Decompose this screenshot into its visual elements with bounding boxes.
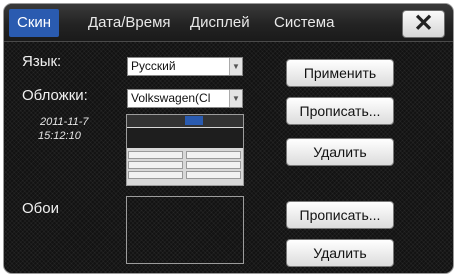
tab-skin[interactable]: Скин: [9, 9, 60, 37]
tab-datetime[interactable]: Дата/Время: [80, 9, 179, 37]
apply-button[interactable]: Применить: [286, 59, 394, 87]
chevron-down-icon: ▼: [229, 90, 242, 107]
screen: Скин Дата/Время Дисплей Система ✕ Язык: …: [0, 0, 456, 276]
date-text: 2011-11-7: [40, 116, 89, 128]
settings-window: Скин Дата/Время Дисплей Система ✕ Язык: …: [3, 3, 454, 274]
skins-label: Обложки:: [22, 87, 88, 104]
close-icon: ✕: [413, 10, 434, 37]
chevron-down-icon: ▼: [229, 58, 242, 75]
tab-system[interactable]: Система: [266, 9, 342, 37]
skin-preview-image: [126, 114, 244, 186]
wallpaper-preview: [126, 196, 244, 264]
skins-select[interactable]: Volkswagen(Cl ▼: [127, 89, 243, 108]
preview-header: [127, 115, 243, 127]
tab-bar: Скин Дата/Время Дисплей Система ✕: [4, 4, 453, 42]
language-select-value: Русский: [131, 59, 176, 73]
language-label: Язык:: [22, 53, 62, 70]
write-wallpaper-button[interactable]: Прописать...: [286, 201, 394, 229]
skins-select-value: Volkswagen(Cl: [131, 91, 211, 105]
delete-wallpaper-button[interactable]: Удалить: [286, 239, 394, 267]
preview-radio-panel: [127, 128, 243, 148]
tab-display[interactable]: Дисплей: [182, 9, 258, 37]
time-text: 15:12:10: [38, 130, 81, 142]
write-skin-button[interactable]: Прописать...: [286, 97, 394, 125]
close-button[interactable]: ✕: [402, 10, 445, 38]
wallpaper-label: Обои: [22, 200, 59, 217]
language-select[interactable]: Русский ▼: [127, 57, 243, 76]
delete-skin-button[interactable]: Удалить: [286, 138, 394, 166]
